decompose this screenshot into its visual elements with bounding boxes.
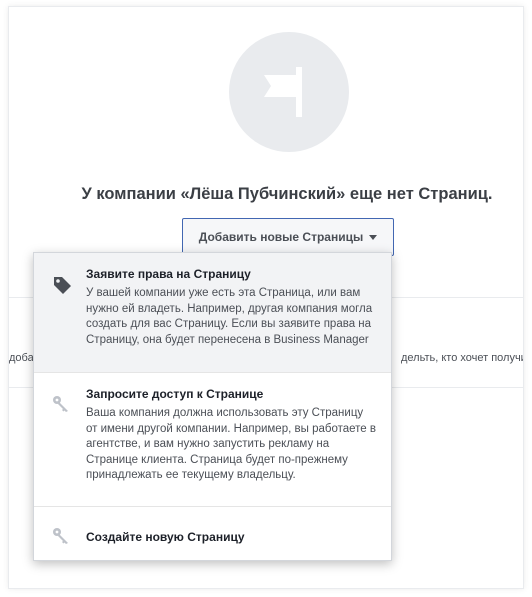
key-icon [52,395,70,418]
add-pages-button[interactable]: Добавить новые Страницы [182,218,394,256]
tag-icon [52,275,72,300]
menu-item-title: Запросите доступ к Странице [86,387,264,401]
menu-item-title: Заявите права на Страницу [86,267,251,281]
menu-item-claim-page[interactable]: Заявите права на Страницу У вашей компан… [34,253,391,372]
menu-item-create-page[interactable]: Создайте новую Страницу [34,507,391,561]
menu-item-request-access[interactable]: Запросите доступ к Странице Ваша компани… [34,373,391,505]
background-left-text: доба [9,352,34,364]
flag-icon [264,67,302,117]
menu-item-description: У вашей компании уже есть эта Страница, … [86,287,373,346]
empty-state-title: У компании «Лёша Пубчинский» еще нет Стр… [81,185,493,203]
menu-item-title: Создайте новую Страницу [86,530,245,544]
add-pages-button-label: Добавить новые Страницы [198,230,364,244]
background-right-text: дельть, кто хочет получить [401,352,524,364]
caret-down-icon [369,234,378,240]
add-pages-dropdown: Заявите права на Страницу У вашей компан… [33,252,392,561]
key-icon [52,527,70,550]
pages-placeholder [229,32,349,152]
menu-item-description: Ваша компания должна использовать эту Ст… [86,407,376,481]
